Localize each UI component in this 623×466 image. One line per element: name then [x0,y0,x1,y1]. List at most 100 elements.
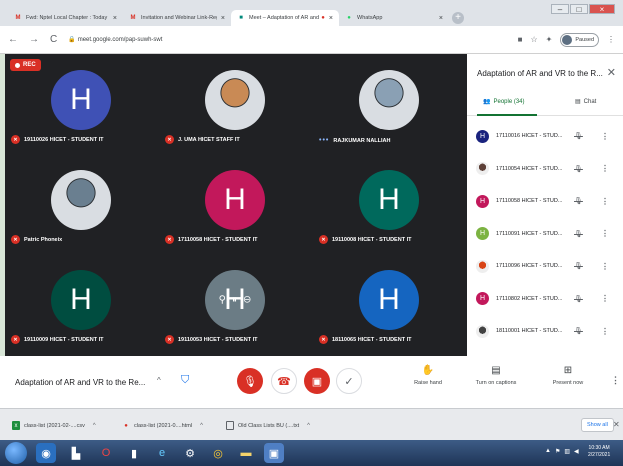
remove-icon[interactable]: ⊖ [243,295,251,306]
pin-icon[interactable]: ⚲ [219,295,226,306]
mic-muted-icon[interactable]: 🎙︎ [574,262,583,270]
bookmark-star-icon[interactable]: ☆ [530,35,537,44]
mute-participant-icon[interactable]: ⏸ [232,295,237,306]
close-tab-icon[interactable]: × [439,15,443,22]
show-all-downloads-button[interactable]: Show all [581,418,614,432]
browser-tab-2[interactable]: M Invitation and Webinar Link-Reg × [123,10,231,26]
more-options-icon[interactable]: ⋮ [601,197,609,206]
tab-title: Fwd: Nptel Local Chapter : Today [26,15,108,21]
participant-row[interactable]: H 17110058 HICET - STUD... 🎙︎ ⋮ [467,191,623,211]
close-tab-icon[interactable]: × [329,15,333,22]
more-options-icon[interactable]: ⋮ [601,262,609,271]
participant-tile[interactable]: H ✕ 19110008 HICET - STUDENT IT [313,154,465,254]
profile-status: Paused [575,36,594,43]
chrome-browser-taskbar-icon[interactable]: ◎ [208,443,228,463]
mic-muted-icon[interactable]: 🎙︎ [574,197,583,205]
more-options-icon[interactable]: ⋮ [601,294,609,303]
extensions-icon[interactable]: ✦ [546,35,553,44]
back-icon[interactable]: ← [8,34,18,45]
more-options-icon[interactable]: ⋮ [601,229,609,238]
browser-tab-3[interactable]: ■ Meet – Adaptation of AR and ● × [231,10,339,26]
leave-call-button[interactable]: ☎ [271,368,297,394]
internet-explorer-taskbar-icon[interactable]: e [152,443,172,463]
participant-avatar: H [476,194,489,208]
close-tab-icon[interactable]: × [221,15,225,22]
shield-icon[interactable]: ⛉ [181,374,193,388]
participant-row[interactable]: H 17110802 HICET - STUD... 🎙︎ ⋮ [467,289,623,309]
close-downloads-icon[interactable]: ✕ [613,420,620,429]
mic-muted-icon[interactable]: 🎙︎ [574,132,583,140]
mic-muted-icon[interactable]: 🎙︎ [574,295,583,303]
download-item[interactable]: Old Class Lists BU (....txt ^ [226,421,310,430]
participant-tile[interactable]: H ⚲ ⏸ ⊖ ✕ 19110053 HICET - STUDENT IT [159,254,311,354]
folder-taskbar-icon[interactable]: ▬ [236,443,256,463]
chevron-up-icon[interactable]: ^ [307,423,310,429]
profile-button[interactable]: Paused [560,32,599,47]
close-tab-icon[interactable]: × [113,15,117,22]
document-taskbar-icon[interactable]: ▙ [66,443,86,463]
camera-toggle-button[interactable]: ▣ [304,368,330,394]
browser-tab-4[interactable]: ● WhatsApp × [339,10,449,26]
check-icon: ✓ [344,375,354,388]
start-button[interactable] [5,442,27,464]
download-item[interactable]: ● class-list (2021-0....html ^ [122,421,203,430]
participant-tile[interactable]: H ✕ 17110058 HICET - STUDENT IT [159,154,311,254]
microphone-toggle-button[interactable]: 🎙︎ [237,368,263,394]
tab-chat[interactable]: ▤ Chat [575,98,596,106]
captions-button[interactable]: ▤ Turn on captions [468,365,524,386]
participant-row[interactable]: H 17110016 HICET - STUD... 🎙︎ ⋮ [467,126,623,146]
mic-muted-icon[interactable]: 🎙︎ [574,230,583,238]
more-options-icon[interactable]: ⋮ [601,132,609,141]
raise-hand-button[interactable]: ✋ Raise hand [408,365,448,386]
participant-row[interactable]: 17110096 HICET - STUD... 🎙︎ ⋮ [467,256,623,276]
new-tab-button[interactable]: + [452,12,464,24]
more-options-icon[interactable]: ⋮ [601,164,609,173]
participant-namebar: ••• RAJKUMAR NALLIAH [319,137,391,144]
participant-tile[interactable]: ✕ Patric Phoneix [5,154,157,254]
participant-tile[interactable]: H ✕ 18110065 HICET - STUDENT IT [313,254,465,354]
photos-taskbar-icon[interactable]: ▣ [264,443,284,463]
flag-icon[interactable]: ⚑ [555,448,560,455]
settings-taskbar-icon[interactable]: ⚙ [180,443,200,463]
tab-people[interactable]: 👥 People (34) [483,98,525,106]
mic-muted-icon[interactable]: 🎙︎ [574,327,583,335]
forward-icon[interactable]: → [29,34,39,45]
participant-row[interactable]: H 17110091 HICET - STUD... 🎙︎ ⋮ [467,224,623,244]
close-window-button[interactable]: × [589,4,615,14]
file-taskbar-icon[interactable]: ▮ [124,443,144,463]
more-options-icon[interactable]: ⋮ [611,375,620,386]
minimize-button[interactable]: – [551,4,569,14]
participant-row[interactable]: 18110001 HICET - STUD... 🎙︎ ⋮ [467,321,623,341]
close-panel-icon[interactable]: ✕ [607,66,616,79]
maximize-button[interactable]: □ [570,4,588,14]
chevron-up-icon[interactable]: ^ [93,423,96,429]
participant-name: 19110026 HICET - STUDENT IT [24,136,104,143]
mic-muted-icon: ✕ [11,235,20,244]
present-now-button[interactable]: ⊞ Present now [546,365,590,386]
more-options-icon[interactable]: ⋮ [601,327,609,336]
activities-button[interactable]: ✓ [336,368,362,394]
download-item[interactable]: x class-list (2021-02-....csv ^ [12,421,96,430]
camera-permission-icon[interactable]: ■ [518,35,523,44]
opera-taskbar-icon[interactable]: O [96,443,116,463]
volume-icon[interactable]: ◀ [574,448,579,455]
reload-icon[interactable]: C [50,34,57,45]
menu-icon[interactable]: ⋮ [607,35,615,44]
tray-arrow-icon[interactable]: ▲ [545,448,551,455]
chrome-taskbar-icon[interactable]: ◉ [36,443,56,463]
avatar-initial: H [479,230,486,237]
chevron-up-icon[interactable]: ^ [157,376,161,385]
network-icon[interactable]: ▥ [564,448,570,455]
participant-tile[interactable]: ✕ J. UMA HICET STAFF IT [159,54,311,154]
participant-row[interactable]: 17110054 HICET - STUD... 🎙︎ ⋮ [467,159,623,179]
clock[interactable]: 10:30 AM 2/27/2021 [588,445,610,459]
meeting-title[interactable]: Adaptation of AR and VR to the Re... [15,378,145,387]
chevron-up-icon[interactable]: ^ [200,423,203,429]
participant-tile[interactable]: H ✕ 19110009 HICET - STUDENT IT [5,254,157,354]
mic-muted-icon[interactable]: 🎙︎ [574,165,583,173]
url-field[interactable]: meet.google.com/pap-suwh-swt [78,37,518,43]
lock-icon[interactable]: 🔒 [68,36,75,43]
participant-tile[interactable]: ••• RAJKUMAR NALLIAH [313,54,465,154]
avatar-initial: H [479,295,486,302]
browser-tab-1[interactable]: M Fwd: Nptel Local Chapter : Today × [8,10,123,26]
